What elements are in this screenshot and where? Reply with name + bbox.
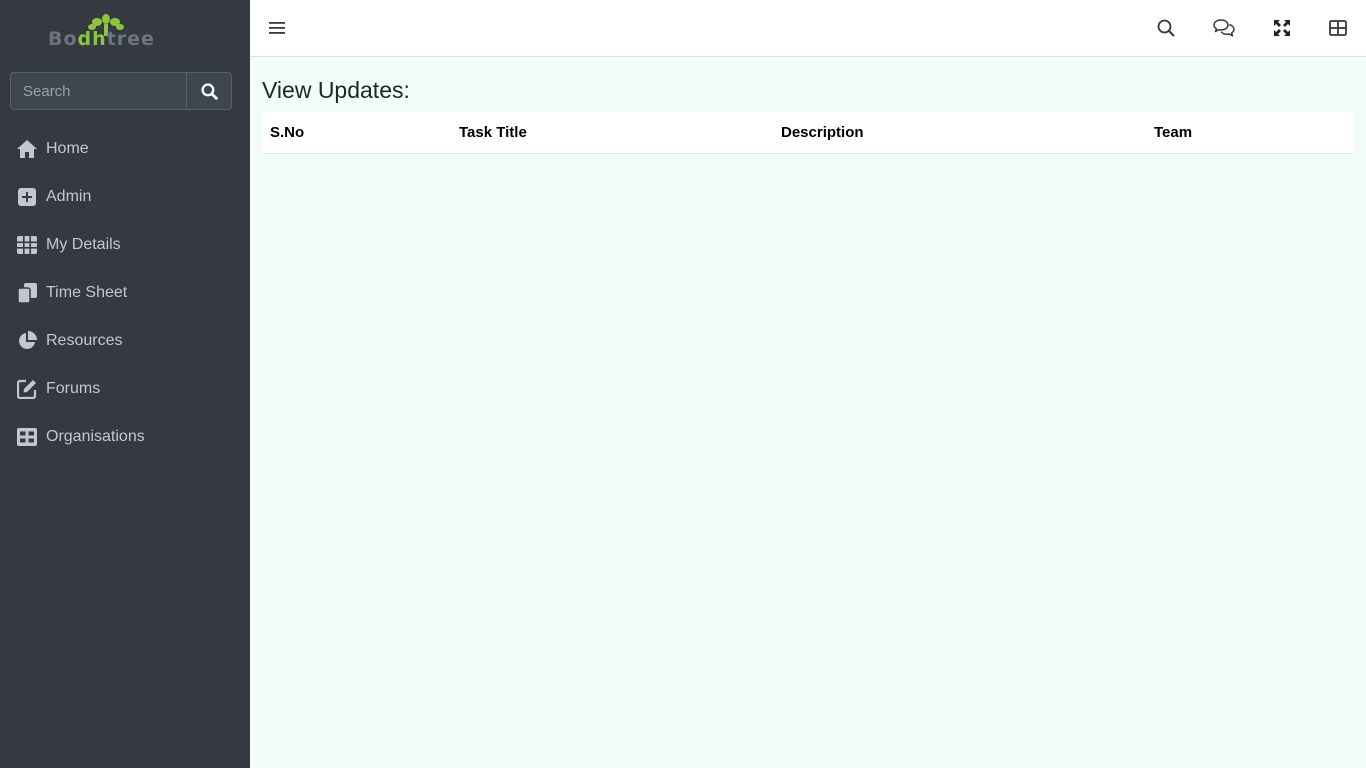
comments-icon[interactable] <box>1212 17 1236 39</box>
sidebar-item-my-details[interactable]: My Details <box>0 221 250 269</box>
grid-icon[interactable] <box>1327 17 1349 39</box>
updates-table: S.No Task Title Description Team <box>262 112 1354 154</box>
copy-icon <box>16 282 38 304</box>
sidebar-search-input[interactable] <box>10 72 186 110</box>
top-navbar <box>250 0 1366 57</box>
sidebar-item-organisations[interactable]: Organisations <box>0 413 250 461</box>
sidebar-search <box>10 72 232 110</box>
sidebar-item-label: Time Sheet <box>46 284 128 301</box>
sidebar-item-admin[interactable]: Admin <box>0 173 250 221</box>
sidebar-item-label: Admin <box>46 188 92 205</box>
sidebar-search-button[interactable] <box>186 72 232 110</box>
sidebar-nav: Home Admin My Details Time Sheet Resourc… <box>0 125 250 461</box>
sidebar-item-label: Resources <box>46 332 123 349</box>
sidebar-item-label: My Details <box>46 236 121 253</box>
page-title: View Updates: <box>262 77 410 103</box>
sidebar: Bodhtree Home Admin My <box>0 0 250 768</box>
plus-square-icon <box>16 186 38 208</box>
sidebar-item-label: Organisations <box>46 428 145 445</box>
column-header-description: Description <box>773 112 1146 154</box>
sidebar-item-label: Home <box>46 140 89 157</box>
search-icon[interactable] <box>1155 17 1177 39</box>
th-large-icon <box>16 426 38 448</box>
brand-logo[interactable]: Bodhtree <box>48 14 174 50</box>
sidebar-item-forums[interactable]: Forums <box>0 365 250 413</box>
chart-pie-icon <box>16 330 38 352</box>
table-icon <box>16 234 38 256</box>
brand-name: Bodhtree <box>48 28 155 50</box>
sidebar-item-resources[interactable]: Resources <box>0 317 250 365</box>
sidebar-item-label: Forums <box>46 380 101 397</box>
sidebar-item-home[interactable]: Home <box>0 125 250 173</box>
search-icon <box>200 82 218 100</box>
main-content: View Updates: S.No Task Title Descriptio… <box>262 74 1354 154</box>
edit-icon <box>16 378 38 400</box>
column-header-sno: S.No <box>262 112 451 154</box>
menu-icon[interactable] <box>266 17 288 39</box>
expand-icon[interactable] <box>1271 17 1293 39</box>
column-header-task-title: Task Title <box>451 112 773 154</box>
sidebar-item-time-sheet[interactable]: Time Sheet <box>0 269 250 317</box>
home-icon <box>16 138 38 160</box>
table-header-row: S.No Task Title Description Team <box>262 112 1354 154</box>
column-header-team: Team <box>1146 112 1354 154</box>
